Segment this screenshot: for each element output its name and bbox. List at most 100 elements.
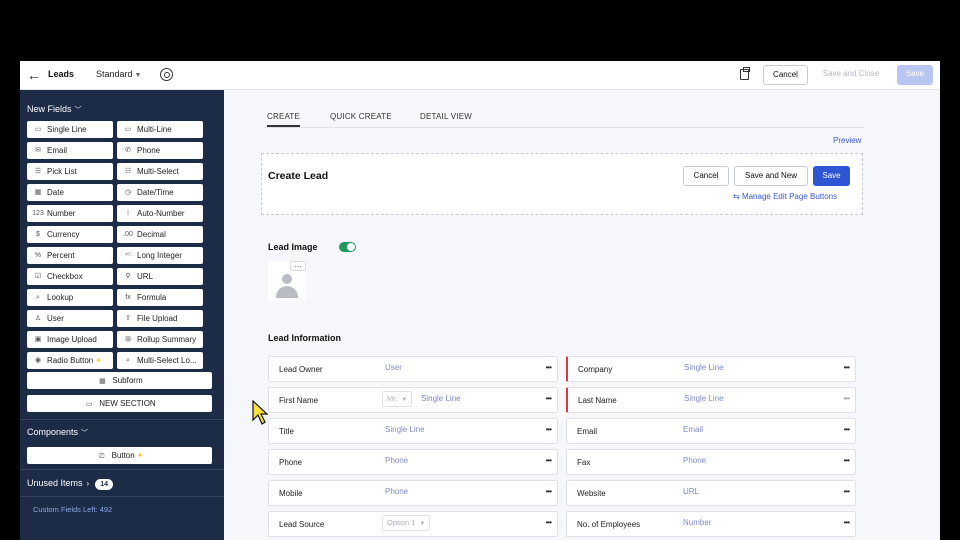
components-header[interactable]: Components ﹀: [27, 427, 88, 438]
form-field-mobile[interactable]: Mobile Phone •••: [268, 480, 558, 506]
more-icon[interactable]: •••: [844, 487, 850, 496]
new-section-button[interactable]: ▭ NEW SECTION: [27, 395, 212, 412]
tab-detail-view[interactable]: DETAIL VIEW: [420, 112, 472, 121]
form-save-button[interactable]: Save: [813, 166, 850, 186]
form-field-title[interactable]: Title Single Line •••: [268, 418, 558, 444]
back-arrow-icon[interactable]: ←: [26, 67, 42, 83]
lead-image-placeholder[interactable]: ...: [268, 261, 306, 301]
subform-item[interactable]: ▦ Subform: [27, 372, 212, 389]
form-field-lead-source[interactable]: Lead Source Option 1 ▼ •••: [268, 511, 558, 537]
form-cancel-button[interactable]: Cancel: [683, 166, 729, 186]
more-icon[interactable]: •••: [546, 456, 552, 465]
more-icon[interactable]: •••: [546, 394, 552, 403]
custom-fields-left: Custom Fields Left: 492: [33, 505, 113, 514]
field-type-icon: ♙: [34, 315, 42, 322]
new-fields-header[interactable]: New Fields ﹀: [27, 104, 82, 115]
field-type-icon: ☷: [124, 168, 132, 175]
more-icon[interactable]: •••: [844, 456, 850, 465]
field-type-checkbox[interactable]: ☑ Checkbox: [27, 268, 113, 285]
select-value: Mr.: [387, 394, 398, 403]
more-icon[interactable]: •••: [546, 487, 552, 496]
preview-link[interactable]: Preview: [833, 136, 861, 145]
form-field-last-name[interactable]: Last Name Single Line •••: [566, 387, 856, 413]
lead-image-label: Lead Image: [268, 242, 318, 252]
more-icon[interactable]: •••: [844, 518, 850, 527]
field-label: Phone: [279, 458, 303, 467]
form-field-lead-owner[interactable]: Lead Owner User •••: [268, 356, 558, 382]
field-type-pick-list[interactable]: ☰ Pick List: [27, 163, 113, 180]
field-type-date[interactable]: ▦ Date: [27, 184, 113, 201]
more-icon[interactable]: •••: [844, 363, 850, 372]
field-type-label: Multi-Line: [137, 125, 172, 134]
field-type-multi-select-lo[interactable]: ⌕ Multi-Select Lo...: [117, 352, 203, 369]
field-type-icon: ⚲: [125, 273, 131, 280]
save-button[interactable]: Save: [897, 65, 933, 85]
lead-image-toggle[interactable]: [339, 242, 356, 252]
field-type-icon: ▭: [34, 126, 42, 133]
save-and-close-button[interactable]: Save and Close: [816, 65, 886, 85]
field-label: No. of Employees: [577, 520, 641, 529]
field-type-multi-line[interactable]: ▭ Multi-Line: [117, 121, 203, 138]
more-icon[interactable]: •••: [546, 363, 552, 372]
field-select[interactable]: Mr. ▼: [382, 391, 413, 407]
unused-items-label: Unused Items: [27, 478, 83, 488]
field-type-multi-select[interactable]: ☷ Multi-Select: [117, 163, 203, 180]
unused-items-header[interactable]: Unused Items › 14: [27, 478, 113, 490]
cancel-button[interactable]: Cancel: [763, 65, 808, 85]
field-type-single-line[interactable]: ▭ Single Line: [27, 121, 113, 138]
field-type-auto-number[interactable]: ⋮ Auto-Number: [117, 205, 203, 222]
field-select[interactable]: Option 1 ▼: [382, 515, 431, 531]
field-type-email[interactable]: ✉ Email: [27, 142, 113, 159]
field-type-rollup-summary[interactable]: ⊞ Rollup Summary: [117, 331, 203, 348]
tab-quick-create[interactable]: QUICK CREATE: [330, 112, 392, 121]
unused-count-badge: 14: [95, 479, 113, 490]
form-field-fax[interactable]: Fax Phone •••: [566, 449, 856, 475]
form-field-website[interactable]: Website URL •••: [566, 480, 856, 506]
clipboard-icon[interactable]: [740, 67, 750, 80]
layout-selector[interactable]: Standard ▼: [96, 69, 141, 79]
gear-icon[interactable]: [160, 68, 173, 81]
more-icon[interactable]: •••: [844, 394, 850, 403]
field-type-date-time[interactable]: ◷ Date/Time: [117, 184, 203, 201]
form-field-phone[interactable]: Phone Phone •••: [268, 449, 558, 475]
button-component-item[interactable]: ⎚ Button ✦: [27, 447, 212, 464]
field-type-long-integer[interactable]: ⁴⁵ Long Integer: [117, 247, 203, 264]
field-type-currency[interactable]: $ Currency: [27, 226, 113, 243]
module-name: Leads: [48, 69, 75, 79]
divider: [20, 496, 224, 497]
field-type-label: Percent: [47, 251, 75, 260]
form-field-company[interactable]: Company Single Line •••: [566, 356, 856, 382]
manage-buttons-link[interactable]: ⇆ Manage Edit Page Buttons: [733, 192, 837, 201]
chevron-down-icon: ▼: [401, 397, 408, 403]
field-type-file-upload[interactable]: ⇪ File Upload: [117, 310, 203, 327]
more-icon[interactable]: •••: [546, 425, 552, 434]
field-type-image-upload[interactable]: ▣ Image Upload: [27, 331, 113, 348]
field-type-phone[interactable]: ✆ Phone: [117, 142, 203, 159]
tab-create[interactable]: CREATE: [267, 112, 301, 127]
field-type-label: Single Line: [47, 125, 87, 134]
field-type-icon: ⋮: [124, 210, 132, 217]
layout-selector-label: Standard: [96, 69, 133, 79]
field-type-lookup[interactable]: ⌕ Lookup: [27, 289, 113, 306]
form-field-no-of-employees[interactable]: No. of Employees Number •••: [566, 511, 856, 537]
field-type-number[interactable]: 123 Number: [27, 205, 113, 222]
field-label: Fax: [577, 458, 591, 467]
field-type-radio-button[interactable]: ◉ Radio Button ✦: [27, 352, 113, 369]
field-type-url[interactable]: ⚲ URL: [117, 268, 203, 285]
more-icon[interactable]: •••: [844, 425, 850, 434]
more-icon[interactable]: •••: [546, 518, 552, 527]
form-field-email[interactable]: Email Email •••: [566, 418, 856, 444]
field-type-user[interactable]: ♙ User: [27, 310, 113, 327]
form-field-first-name[interactable]: First Name Mr. ▼ Single Line •••: [268, 387, 558, 413]
more-icon[interactable]: ...: [290, 261, 306, 271]
save-and-new-button[interactable]: Save and New: [734, 166, 808, 186]
field-type-label: URL: [137, 272, 154, 281]
field-type-formula[interactable]: fx Formula: [117, 289, 203, 306]
field-type-label: Currency: [47, 230, 80, 239]
field-type-decimal[interactable]: .00 Decimal: [117, 226, 203, 243]
button-icon: ⎚: [98, 453, 105, 460]
field-type-percent[interactable]: % Percent: [27, 247, 113, 264]
field-type-label: Formula: [137, 293, 167, 302]
table-icon: ▦: [99, 378, 106, 385]
layout-canvas-area: CREATE QUICK CREATE DETAIL VIEW Preview …: [224, 90, 940, 540]
